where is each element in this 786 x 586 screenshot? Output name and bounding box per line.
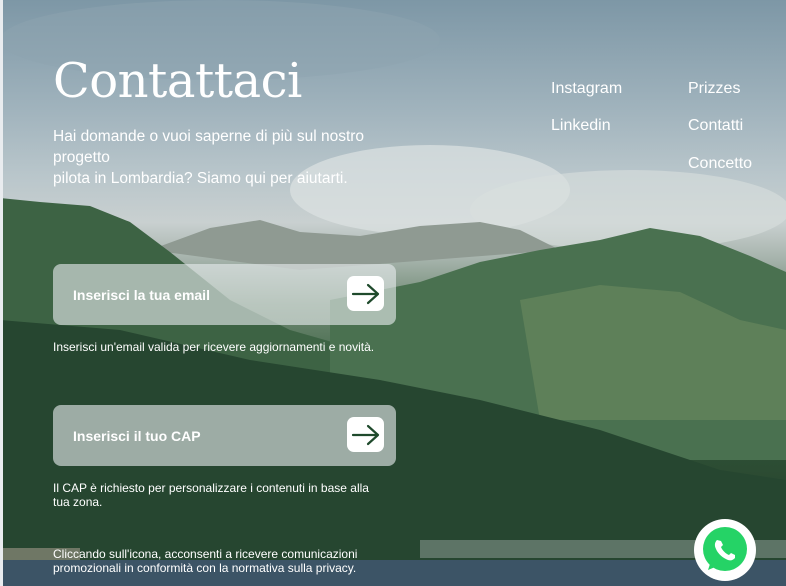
subtitle-line: pilota in Lombardia? Siamo qui per aiuta…	[53, 170, 348, 187]
subtitle-line: progetto	[53, 149, 110, 166]
whatsapp-button[interactable]	[694, 519, 756, 581]
cap-form-box	[53, 405, 396, 466]
email-hint: Inserisci un'email valida per ricevere a…	[53, 340, 375, 354]
cap-submit-button[interactable]	[347, 417, 384, 452]
nav-link-contatti[interactable]: Contatti	[688, 116, 743, 136]
email-form-box	[53, 264, 396, 325]
nav-link-linkedin[interactable]: Linkedin	[551, 116, 611, 136]
nav-link-prizzes[interactable]: Prizzes	[688, 79, 740, 99]
page-title: Contattaci	[53, 53, 302, 109]
subtitle-line: Hai domande o vuoi saperne di più sul no…	[53, 128, 365, 145]
nav-link-instagram[interactable]: Instagram	[551, 79, 622, 99]
cap-hint: Il CAP è richiesto per personalizzare i …	[53, 481, 369, 509]
whatsapp-icon	[703, 527, 747, 571]
email-submit-button[interactable]	[347, 276, 384, 311]
cap-input[interactable]	[73, 405, 333, 466]
privacy-notice: Cliccando sull'icona, acconsenti a ricev…	[53, 547, 358, 575]
arrow-right-icon	[351, 424, 379, 445]
email-input[interactable]	[73, 264, 333, 325]
left-edge-strip	[0, 0, 3, 586]
page-subtitle: Hai domande o vuoi saperne di più sul no…	[53, 126, 413, 189]
nav-link-concetto[interactable]: Concetto	[688, 154, 752, 174]
arrow-right-icon	[351, 283, 379, 304]
